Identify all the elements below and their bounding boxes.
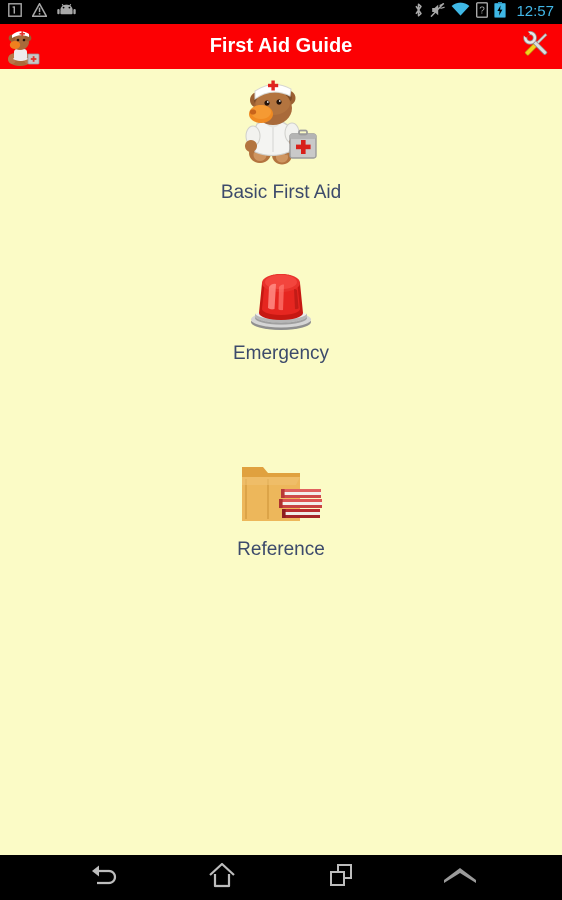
menu-item-basic-first-aid[interactable]: Basic First Aid xyxy=(0,78,562,204)
wifi-icon xyxy=(451,2,470,22)
unknown-sim-icon: ? xyxy=(476,1,489,23)
nav-home-button[interactable] xyxy=(177,855,267,900)
back-arrow-icon xyxy=(87,861,119,894)
recent-apps-icon xyxy=(327,861,355,894)
nav-menu-button[interactable] xyxy=(415,855,505,900)
nav-recent-apps-button[interactable] xyxy=(296,855,386,900)
first-aid-bear-logo xyxy=(2,26,44,68)
warning-triangle-icon xyxy=(31,1,48,22)
page-title: First Aid Guide xyxy=(209,35,353,57)
status-bar-right-icons: ? 12:57 xyxy=(413,0,554,24)
main-menu: Basic First Aid Emergency Reference xyxy=(0,69,562,855)
tools-wrench-screwdriver-icon xyxy=(516,25,556,68)
emergency-siren-icon xyxy=(246,265,316,336)
nav-back-button[interactable] xyxy=(58,855,148,900)
menu-item-label: Emergency xyxy=(232,343,330,364)
bluetooth-icon xyxy=(413,2,424,23)
chevron-up-icon xyxy=(442,864,478,891)
status-bar: ? 12:57 xyxy=(0,0,562,24)
android-head-icon xyxy=(57,3,76,21)
status-bar-left-icons xyxy=(8,1,76,22)
menu-item-reference[interactable]: Reference xyxy=(0,455,562,561)
action-bar: First Aid Guide xyxy=(0,24,562,69)
navigation-bar xyxy=(0,855,562,900)
svg-text:?: ? xyxy=(480,5,486,16)
menu-item-label: Basic First Aid xyxy=(220,182,342,203)
nurse-bear-icon xyxy=(233,78,329,175)
phone-screen: ? 12:57 First Aid Guide Basic First Aid … xyxy=(0,0,562,900)
sim-notification-icon xyxy=(8,2,22,22)
mute-icon xyxy=(430,2,446,23)
menu-item-label: Reference xyxy=(237,539,325,560)
settings-button[interactable] xyxy=(514,26,558,68)
folder-books-icon xyxy=(238,455,324,532)
home-icon xyxy=(207,861,237,894)
status-bar-clock: 12:57 xyxy=(516,3,554,20)
menu-item-emergency[interactable]: Emergency xyxy=(0,265,562,365)
battery-charging-icon xyxy=(494,1,507,23)
